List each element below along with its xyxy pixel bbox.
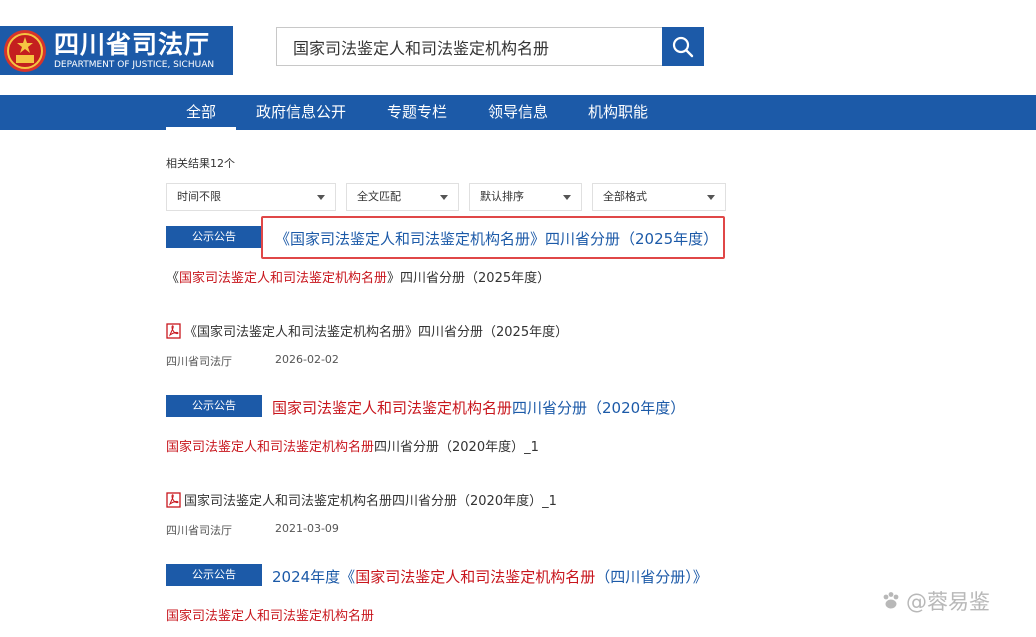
chevron-down-icon [707,195,715,200]
filter-match-label: 全文匹配 [357,190,401,203]
search-icon [672,36,694,57]
category-tag: 公示公告 [166,395,262,417]
result-meta: 四川省司法厅 2026-02-02 [166,353,339,369]
logo-title: 四川省司法厅 [54,29,211,59]
attachment-name: 国家司法鉴定人和司法鉴定机构名册四川省分册（2020年度）_1 [184,494,557,509]
attachment-name: 《国家司法鉴定人和司法鉴定机构名册》四川省分册（2025年度） [184,325,569,340]
keyword-highlight: 国家司法鉴定人和司法鉴定机构名册 [166,609,375,624]
result-snippet: 国家司法鉴定人和司法鉴定机构名册 [166,605,374,624]
watermark-text: @蓉易鉴 [906,590,990,614]
category-tag: 公示公告 [166,226,262,248]
main-nav: 全部 政府信息公开 专题专栏 领导信息 机构职能 [0,95,1036,130]
result-snippet: 《国家司法鉴定人和司法鉴定机构名册》四川省分册（2025年度） [166,271,551,286]
pdf-icon [166,491,181,508]
keyword-highlight: 国家司法鉴定人和司法鉴定机构名册 [179,271,388,286]
result-count: 相关结果12个 [166,157,235,170]
national-emblem-icon [4,29,46,72]
filter-format-label: 全部格式 [603,190,647,203]
highlight-box [261,216,725,259]
keyword-highlight: 国家司法鉴定人和司法鉴定机构名册 [166,440,375,455]
nav-tab-special-topics[interactable]: 专题专栏 [383,95,451,130]
attachment-link[interactable]: 《国家司法鉴定人和司法鉴定机构名册》四川省分册（2025年度） [166,321,568,340]
filter-format[interactable]: 全部格式 [592,183,726,211]
chevron-down-icon [440,195,448,200]
nav-tab-gov-info[interactable]: 政府信息公开 [253,95,349,130]
filter-match[interactable]: 全文匹配 [346,183,459,211]
filter-sort[interactable]: 默认排序 [469,183,582,211]
filter-time-label: 时间不限 [177,190,221,203]
chevron-down-icon [317,195,325,200]
result-title-link[interactable]: 2024年度《国家司法鉴定人和司法鉴定机构名册（四川省分册）》 [272,566,708,587]
nav-tab-functions[interactable]: 机构职能 [584,95,652,130]
nav-tab-leaders[interactable]: 领导信息 [484,95,552,130]
pdf-icon [166,322,181,339]
category-tag: 公示公告 [166,564,262,586]
result-snippet: 国家司法鉴定人和司法鉴定机构名册四川省分册（2020年度）_1 [166,440,539,455]
result-date: 2026-02-02 [275,353,339,366]
result-meta: 四川省司法厅 2021-03-09 [166,522,339,538]
filter-sort-label: 默认排序 [480,190,524,203]
paw-icon [883,592,899,609]
result-title-link[interactable]: 国家司法鉴定人和司法鉴定机构名册四川省分册（2020年度） [272,397,685,418]
site-logo[interactable]: 四川省司法厅 DEPARTMENT OF JUSTICE, SICHUAN [0,26,233,75]
nav-tab-all[interactable]: 全部 [166,95,236,130]
result-source: 四川省司法厅 [166,524,232,537]
logo-subtitle: DEPARTMENT OF JUSTICE, SICHUAN [54,59,215,70]
watermark: @蓉易鉴 [880,586,990,616]
attachment-link[interactable]: 国家司法鉴定人和司法鉴定机构名册四川省分册（2020年度）_1 [166,490,557,509]
search-input[interactable] [276,27,663,66]
chevron-down-icon [563,195,571,200]
search-button[interactable] [662,27,704,66]
keyword-highlight: 国家司法鉴定人和司法鉴定机构名册 [355,568,596,586]
filter-time[interactable]: 时间不限 [166,183,336,211]
keyword-highlight: 国家司法鉴定人和司法鉴定机构名册 [272,399,513,417]
result-date: 2021-03-09 [275,522,339,535]
result-source: 四川省司法厅 [166,355,232,368]
